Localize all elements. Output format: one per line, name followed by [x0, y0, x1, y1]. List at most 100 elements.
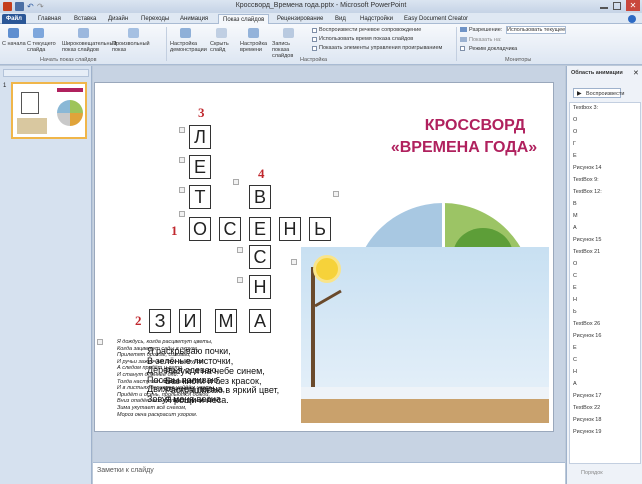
- crossword-cell[interactable]: А: [249, 309, 271, 333]
- tab-home[interactable]: Главная: [34, 14, 65, 24]
- rehearse-timings-button[interactable]: Настройка времени: [240, 41, 270, 53]
- animation-item[interactable]: Рисунок 19: [573, 429, 601, 435]
- crossword-cell[interactable]: Т: [189, 185, 211, 209]
- help-icon[interactable]: [628, 15, 636, 23]
- crossword-cell[interactable]: Л: [189, 125, 211, 149]
- crossword-cell[interactable]: И: [179, 309, 201, 333]
- tab-view[interactable]: Вид: [331, 14, 350, 24]
- tab-transitions[interactable]: Переходы: [137, 14, 173, 24]
- media-controls-checkbox[interactable]: [312, 46, 317, 51]
- animation-marker[interactable]: [333, 191, 339, 197]
- animation-marker[interactable]: [179, 157, 185, 163]
- animation-marker[interactable]: [291, 259, 297, 265]
- narration-checkbox[interactable]: [312, 28, 317, 33]
- slide-thumbnail[interactable]: [11, 82, 87, 139]
- minimize-icon[interactable]: [600, 3, 608, 9]
- animation-item[interactable]: Г: [573, 141, 576, 147]
- tab-design[interactable]: Дизайн: [104, 14, 132, 24]
- panel-tabs[interactable]: [3, 69, 89, 77]
- winter-sun-picture[interactable]: [301, 247, 549, 423]
- animation-marker[interactable]: [97, 339, 103, 345]
- resolution-select[interactable]: Использовать текущее: [506, 26, 566, 34]
- crossword-cell[interactable]: В: [249, 185, 271, 209]
- animation-item[interactable]: Рисунок 17: [573, 393, 601, 399]
- animation-marker[interactable]: [179, 187, 185, 193]
- clue-number-3: 3: [198, 105, 205, 120]
- animation-item[interactable]: TextBox 12:: [573, 189, 602, 195]
- crossword-cell[interactable]: Н: [279, 217, 301, 241]
- crossword-cell[interactable]: Ь: [309, 217, 331, 241]
- poem-text-block-overlap[interactable]: Рисую я на небе синем, Без кисти и без к…: [165, 366, 279, 405]
- animation-item[interactable]: В: [573, 201, 577, 207]
- from-current-button[interactable]: С текущего слайда: [27, 41, 57, 53]
- animation-item[interactable]: TextBox 26: [573, 321, 600, 327]
- crossword-cell[interactable]: О: [189, 217, 211, 241]
- reorder-label[interactable]: Порядок: [581, 470, 603, 476]
- clue-number-2: 2: [135, 313, 142, 328]
- animation-item[interactable]: Е: [573, 345, 577, 351]
- animation-item[interactable]: Рисунок 18: [573, 417, 601, 423]
- animation-item[interactable]: TextBox 9:: [573, 177, 599, 183]
- animation-item[interactable]: М: [573, 213, 578, 219]
- animation-item[interactable]: Рисунок 14: [573, 165, 601, 171]
- animation-marker[interactable]: [179, 211, 185, 217]
- animation-item[interactable]: Рисунок 16: [573, 333, 601, 339]
- animation-item[interactable]: TextBox 22: [573, 405, 600, 411]
- animation-item[interactable]: TextBox 21: [573, 249, 600, 255]
- maximize-icon[interactable]: [613, 2, 621, 10]
- animation-item[interactable]: А: [573, 381, 577, 387]
- custom-show-button[interactable]: Произвольный показ: [112, 41, 160, 53]
- animation-item[interactable]: С: [573, 357, 577, 363]
- animation-item[interactable]: С: [573, 273, 577, 279]
- timings-label: Использовать время показа слайдов: [319, 36, 414, 42]
- tab-file[interactable]: Файл: [2, 14, 26, 24]
- tab-slideshow[interactable]: Показ слайдов: [218, 14, 270, 24]
- animation-marker[interactable]: [179, 127, 185, 133]
- tab-addins[interactable]: Надстройки: [356, 14, 397, 24]
- animation-item[interactable]: Н: [573, 369, 577, 375]
- animation-item[interactable]: Н: [573, 297, 577, 303]
- slides-panel: 1: [0, 66, 92, 484]
- slide-title-line1[interactable]: КРОССВОРД: [395, 117, 555, 135]
- play-button[interactable]: ▶ Воспроизвести: [573, 88, 624, 98]
- poem-line: Я дождусь, когда расцветут цветы,: [117, 339, 213, 345]
- slide-canvas[interactable]: КРОССВОРД «ВРЕМЕНА ГОДА» 3 4 1 2 Л Е Т О…: [94, 82, 554, 432]
- timings-checkbox[interactable]: [312, 37, 317, 42]
- animation-marker[interactable]: [237, 247, 243, 253]
- slide-title-line2[interactable]: «ВРЕМЕНА ГОДА»: [375, 139, 553, 157]
- presenter-view-checkbox[interactable]: [460, 46, 465, 51]
- animation-item[interactable]: Textbox 3:: [573, 105, 598, 111]
- animation-item[interactable]: А: [573, 225, 577, 231]
- from-beginning-button[interactable]: С начала: [2, 41, 26, 47]
- poem-line: Мороз окна раскрасит узором.: [117, 411, 198, 418]
- broadcast-button[interactable]: Широковещательный показ слайдов: [62, 41, 117, 53]
- close-icon[interactable]: ✕: [626, 0, 640, 11]
- notes-pane[interactable]: Заметки к слайду: [93, 462, 565, 484]
- crossword-cell[interactable]: Е: [189, 155, 211, 179]
- animation-item[interactable]: О: [573, 129, 577, 135]
- crossword-cell[interactable]: С: [249, 245, 271, 269]
- tab-insert[interactable]: Вставка: [70, 14, 100, 24]
- crossword-cell[interactable]: М: [215, 309, 237, 333]
- animation-marker[interactable]: [237, 277, 243, 283]
- animation-item[interactable]: О: [573, 261, 577, 267]
- show-on-label[interactable]: Показать на:: [469, 37, 502, 43]
- tab-animation[interactable]: Анимация: [176, 14, 212, 24]
- crossword-cell[interactable]: Н: [249, 275, 271, 299]
- tab-review[interactable]: Рецензирование: [273, 14, 327, 24]
- crossword-cell[interactable]: С: [219, 217, 241, 241]
- animation-item[interactable]: Ь: [573, 309, 577, 315]
- animation-item[interactable]: Е: [573, 153, 577, 159]
- hide-slide-button[interactable]: Скрыть слайд: [210, 41, 238, 53]
- tab-easy-document-creator[interactable]: Easy Document Creator: [400, 14, 472, 24]
- animation-marker[interactable]: [233, 179, 239, 185]
- animation-item[interactable]: О: [573, 117, 577, 123]
- animation-item[interactable]: Рисунок 15: [573, 237, 601, 243]
- slide-number: 1: [3, 83, 7, 89]
- animation-item[interactable]: Е: [573, 285, 577, 291]
- setup-show-button[interactable]: Настройка демонстрации: [170, 41, 207, 53]
- crossword-cell[interactable]: Е: [249, 217, 271, 241]
- crossword-cell[interactable]: З: [149, 309, 171, 333]
- close-pane-icon[interactable]: ✕: [633, 69, 639, 77]
- ribbon-tabs: Файл Главная Вставка Дизайн Переходы Ани…: [0, 13, 642, 24]
